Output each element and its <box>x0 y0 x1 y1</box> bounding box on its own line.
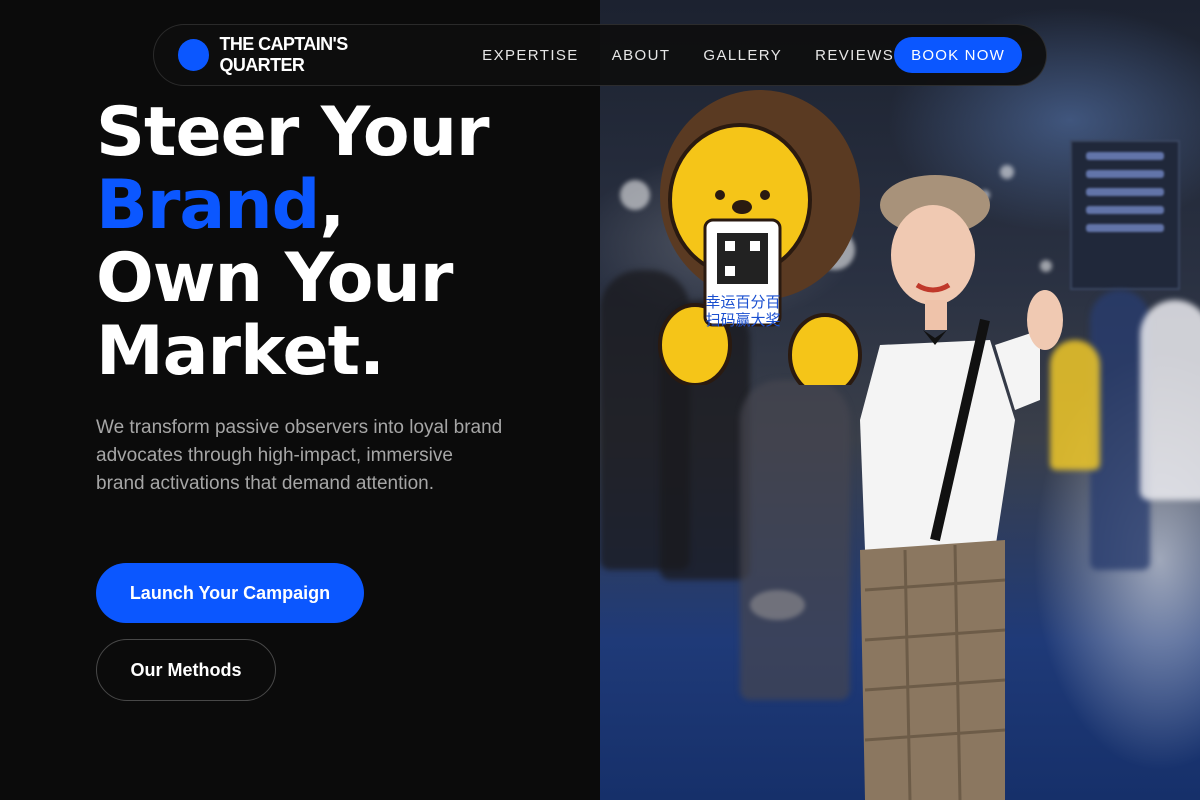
hero-title-line3: Own Your <box>96 239 453 318</box>
promoter-figure <box>860 175 1063 800</box>
sign-text-line2: 扫码赢大奖 <box>705 311 780 329</box>
nav-link-reviews[interactable]: REVIEWS <box>815 47 894 64</box>
sign-text-line1: 幸运百分百 <box>705 293 780 311</box>
hero-photo: 幸运百分百 扫码赢大奖 <box>600 0 1200 800</box>
nav-link-expertise[interactable]: EXPERTISE <box>482 47 579 64</box>
book-now-button[interactable]: BOOK NOW <box>894 37 1022 73</box>
hero-section: Steer Your Brand, Own Your Market. We tr… <box>96 96 566 701</box>
nav-link-about[interactable]: ABOUT <box>612 47 671 64</box>
background-display-board <box>1070 140 1180 290</box>
our-methods-button[interactable]: Our Methods <box>96 639 276 701</box>
top-navbar: THE CAPTAIN'S QUARTER EXPERTISE ABOUT GA… <box>153 24 1047 86</box>
brand-name: THE CAPTAIN'S QUARTER <box>219 34 348 75</box>
hero-title: Steer Your Brand, Own Your Market. <box>96 96 566 388</box>
mascot-sign-icon: 幸运百分百 扫码赢大奖 <box>658 90 862 385</box>
hero-title-line4: Market. <box>96 312 385 391</box>
hero-title-line1: Steer Your <box>96 93 490 172</box>
launch-campaign-button[interactable]: Launch Your Campaign <box>96 563 364 623</box>
brand-logo[interactable]: THE CAPTAIN'S QUARTER <box>178 34 433 76</box>
brand-dot-icon <box>178 39 210 71</box>
hero-description: We transform passive observers into loya… <box>96 417 503 494</box>
nav-links: EXPERTISE ABOUT GALLERY REVIEWS <box>482 47 894 64</box>
hero-title-accent: Brand <box>96 166 320 245</box>
hero-title-comma: , <box>319 166 345 245</box>
nav-link-gallery[interactable]: GALLERY <box>703 47 782 64</box>
